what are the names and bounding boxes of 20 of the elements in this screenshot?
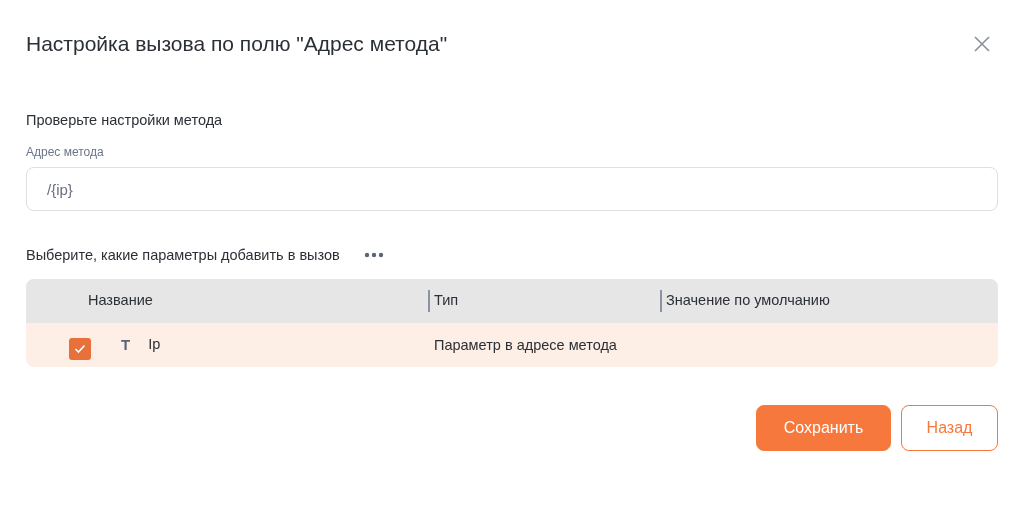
table-cell: Параметр в адресе метода bbox=[434, 337, 617, 353]
more-icon bbox=[363, 252, 384, 258]
column-header: Значение по умолчанию bbox=[666, 291, 830, 311]
table-row[interactable]: T Ip Параметр в адресе метода bbox=[26, 323, 998, 367]
section-heading: Проверьте настройки метода bbox=[26, 111, 224, 130]
more-button[interactable] bbox=[363, 252, 384, 258]
params-heading: Выберите, какие параметры добавить в вызов bbox=[26, 246, 340, 265]
close-icon bbox=[973, 35, 991, 53]
type-icon: T bbox=[121, 333, 131, 357]
column-header: Название bbox=[88, 291, 153, 311]
checkmark-icon bbox=[74, 344, 86, 354]
close-button[interactable] bbox=[972, 34, 992, 54]
checkbox[interactable] bbox=[69, 338, 91, 360]
back-button[interactable]: Назад bbox=[901, 405, 998, 451]
address-field[interactable]: /{ip} bbox=[26, 167, 998, 211]
field-label: Адрес метода bbox=[26, 144, 105, 160]
save-button[interactable]: Сохранить bbox=[756, 405, 891, 451]
dialog-title: Настройка вызова по полю "Адрес метода" bbox=[26, 31, 448, 57]
table-cell-text: Ip bbox=[148, 335, 161, 355]
column-header: Тип bbox=[434, 291, 459, 311]
